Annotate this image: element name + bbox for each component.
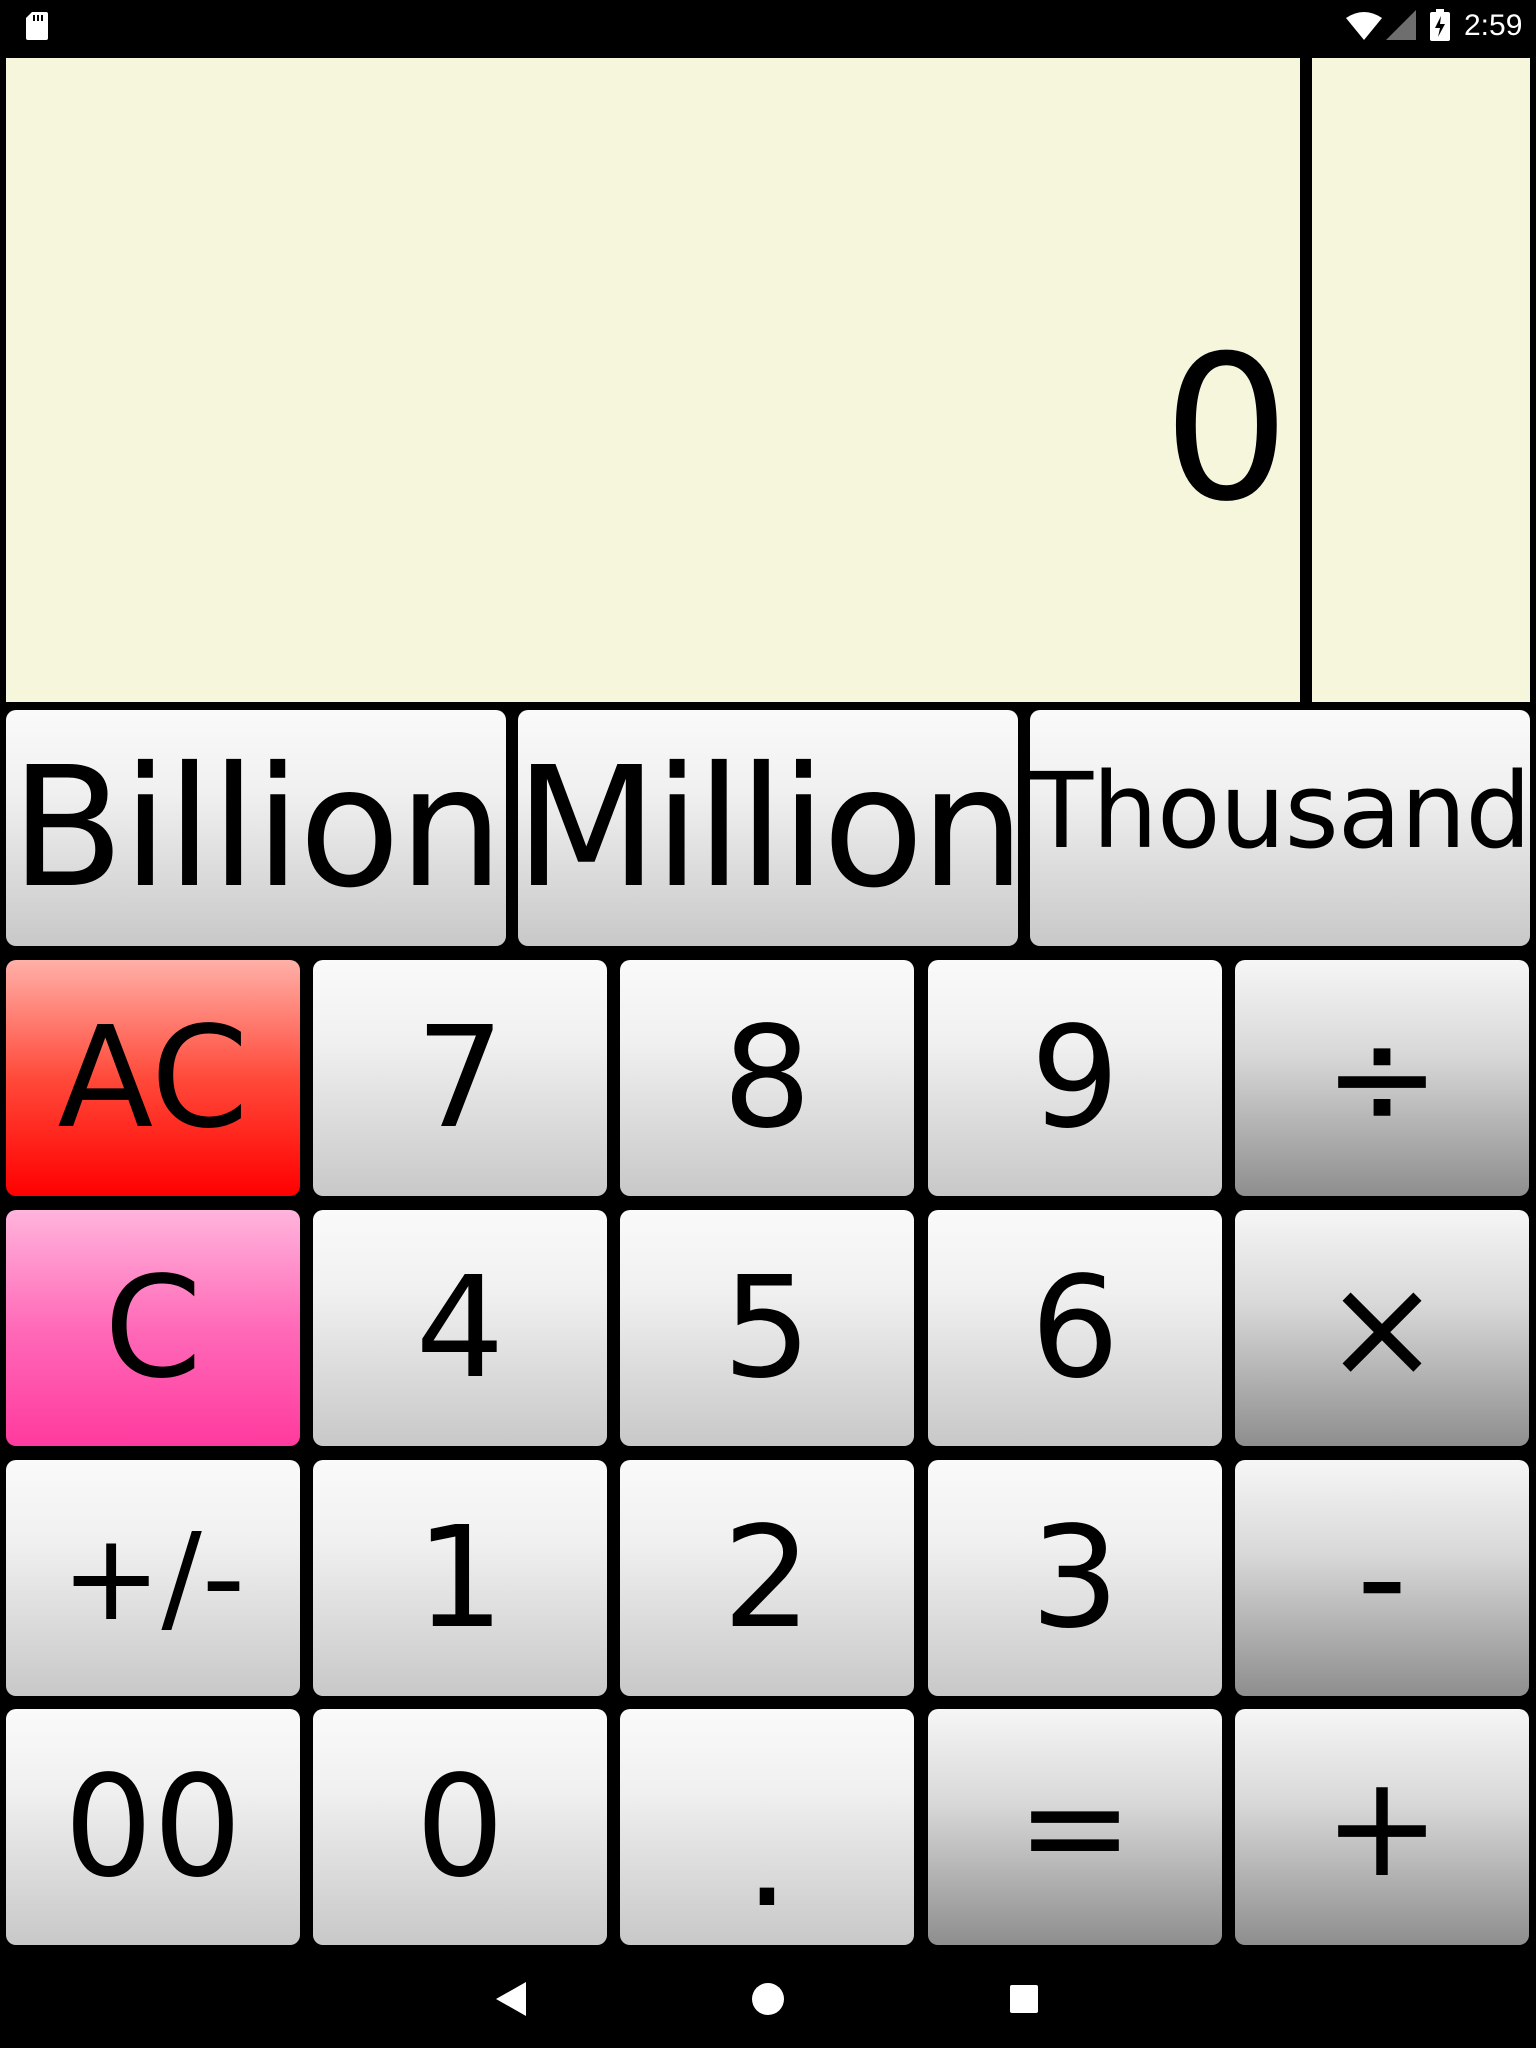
- equals-label: =: [1016, 1745, 1134, 1909]
- status-bar: 2:59: [0, 0, 1536, 56]
- decimal-point-button[interactable]: .: [620, 1709, 914, 1945]
- key-0[interactable]: 0: [313, 1709, 607, 1945]
- billion-button[interactable]: Billion: [6, 710, 506, 946]
- wifi-icon: [1346, 12, 1382, 40]
- divide-label: ÷: [1323, 996, 1441, 1160]
- result-display: 0: [6, 58, 1300, 702]
- plus-button[interactable]: +: [1235, 1709, 1529, 1945]
- decimal-point-label: .: [744, 1775, 790, 1939]
- multiply-label: ×: [1323, 1246, 1441, 1410]
- thousand-button[interactable]: Thousand: [1029, 710, 1532, 946]
- key-0-label: 0: [415, 1745, 505, 1909]
- key-9[interactable]: 9: [928, 960, 1222, 1196]
- plus-label: +: [1323, 1745, 1441, 1909]
- recent-apps-icon[interactable]: [1010, 1985, 1038, 2013]
- equals-button[interactable]: =: [928, 1709, 1222, 1945]
- plus-minus-label: +/-: [60, 1508, 246, 1648]
- key-3-label: 3: [1030, 1496, 1120, 1660]
- status-clock: 2:59: [1464, 9, 1523, 42]
- billion-label: Billion: [10, 731, 503, 925]
- thousand-label: Thousand: [1029, 750, 1532, 872]
- key-6-label: 6: [1030, 1246, 1120, 1410]
- minus-label: -: [1356, 1496, 1408, 1660]
- key-00-label: 00: [63, 1745, 243, 1909]
- key-9-label: 9: [1030, 996, 1120, 1160]
- divide-button[interactable]: ÷: [1235, 960, 1529, 1196]
- all-clear-label: AC: [57, 996, 249, 1160]
- key-1-label: 1: [415, 1496, 505, 1660]
- key-7[interactable]: 7: [313, 960, 607, 1196]
- all-clear-button[interactable]: AC: [6, 960, 300, 1196]
- clear-label: C: [104, 1246, 202, 1410]
- million-button[interactable]: Million: [514, 710, 1025, 946]
- key-8-label: 8: [722, 996, 812, 1160]
- home-icon[interactable]: [752, 1983, 784, 2015]
- battery-charging-icon: [1430, 9, 1450, 41]
- clear-button[interactable]: C: [6, 1210, 300, 1446]
- key-3[interactable]: 3: [928, 1460, 1222, 1696]
- key-7-label: 7: [415, 996, 505, 1160]
- key-8[interactable]: 8: [620, 960, 914, 1196]
- key-5-label: 5: [722, 1246, 812, 1410]
- key-2[interactable]: 2: [620, 1460, 914, 1696]
- plus-minus-button[interactable]: +/-: [6, 1460, 300, 1696]
- key-5[interactable]: 5: [620, 1210, 914, 1446]
- memory-display: [1312, 58, 1530, 702]
- sd-card-icon: [26, 12, 48, 40]
- cell-signal-icon: [1386, 10, 1416, 40]
- key-1[interactable]: 1: [313, 1460, 607, 1696]
- multiply-button[interactable]: ×: [1235, 1210, 1529, 1446]
- key-00[interactable]: 00: [6, 1709, 300, 1945]
- key-4[interactable]: 4: [313, 1210, 607, 1446]
- key-6[interactable]: 6: [928, 1210, 1222, 1446]
- minus-button[interactable]: -: [1235, 1460, 1529, 1696]
- key-2-label: 2: [722, 1496, 812, 1660]
- back-icon[interactable]: [496, 1982, 526, 2016]
- million-label: Million: [514, 731, 1025, 925]
- display-value: 0: [1162, 313, 1290, 546]
- key-4-label: 4: [415, 1246, 505, 1410]
